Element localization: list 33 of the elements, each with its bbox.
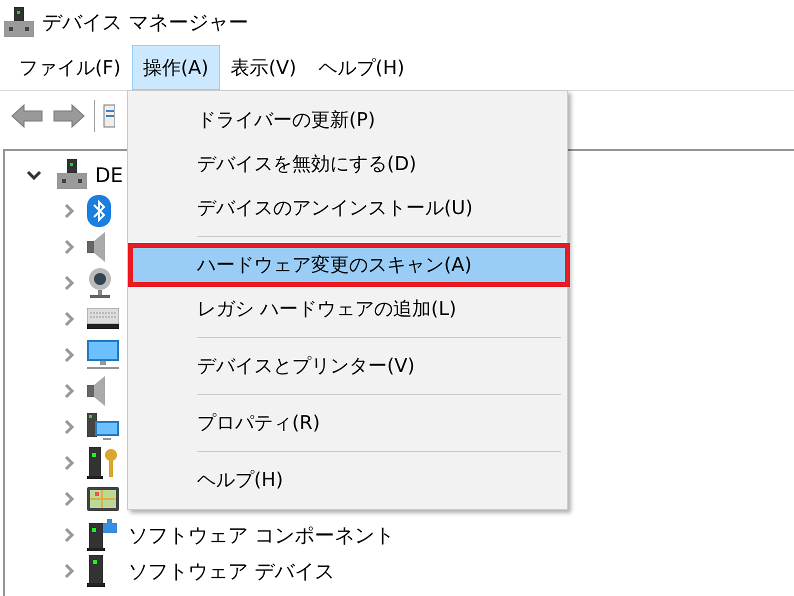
tower-puzzle-icon	[87, 519, 117, 551]
menu-item[interactable]: ヘルプ(H)	[307, 45, 416, 90]
menu-item[interactable]: デバイスのアンインストール(U)	[128, 186, 567, 230]
menu-item[interactable]: レガシ ハードウェアの追加(L)	[128, 287, 567, 331]
tree-item[interactable]: DE	[95, 163, 124, 187]
monitor-icon	[87, 340, 119, 370]
forward-arrow-icon[interactable]	[52, 103, 86, 129]
window-title: デバイス マネージャー	[42, 9, 248, 36]
menu-item[interactable]: ドライバーの更新(P)	[128, 98, 567, 142]
menu-item[interactable]: ヘルプ(H)	[128, 458, 567, 502]
chevron-icon[interactable]	[25, 169, 43, 181]
tree-item[interactable]: ソフトウェア デバイス	[128, 558, 334, 584]
device-icon	[57, 159, 87, 191]
keyboard-icon	[87, 308, 119, 330]
menu-item[interactable]: 操作(A)	[132, 45, 220, 90]
bluetooth-icon	[87, 195, 111, 227]
menu-item[interactable]: プロパティ(R)	[128, 401, 567, 445]
speaker-icon	[87, 231, 107, 263]
menu-item[interactable]: ファイル(F)	[8, 45, 132, 90]
speaker-icon	[87, 375, 107, 407]
map-icon	[87, 487, 119, 511]
menu-item[interactable]: ハードウェア変更のスキャン(A)	[128, 243, 570, 287]
tree-item[interactable]: ソフトウェア コンポーネント	[128, 522, 394, 548]
menu-item[interactable]: デバイスを無効にする(D)	[128, 142, 567, 186]
list-icon[interactable]	[103, 104, 115, 128]
tower-icon	[87, 555, 105, 587]
tower-key-icon	[87, 447, 119, 479]
back-arrow-icon[interactable]	[10, 103, 44, 129]
device-icon	[4, 6, 34, 38]
webcam-icon	[87, 267, 113, 299]
computer-icon	[87, 413, 119, 441]
menu-item[interactable]: デバイスとプリンター(V)	[128, 344, 567, 388]
menu-item[interactable]: 表示(V)	[220, 45, 308, 90]
